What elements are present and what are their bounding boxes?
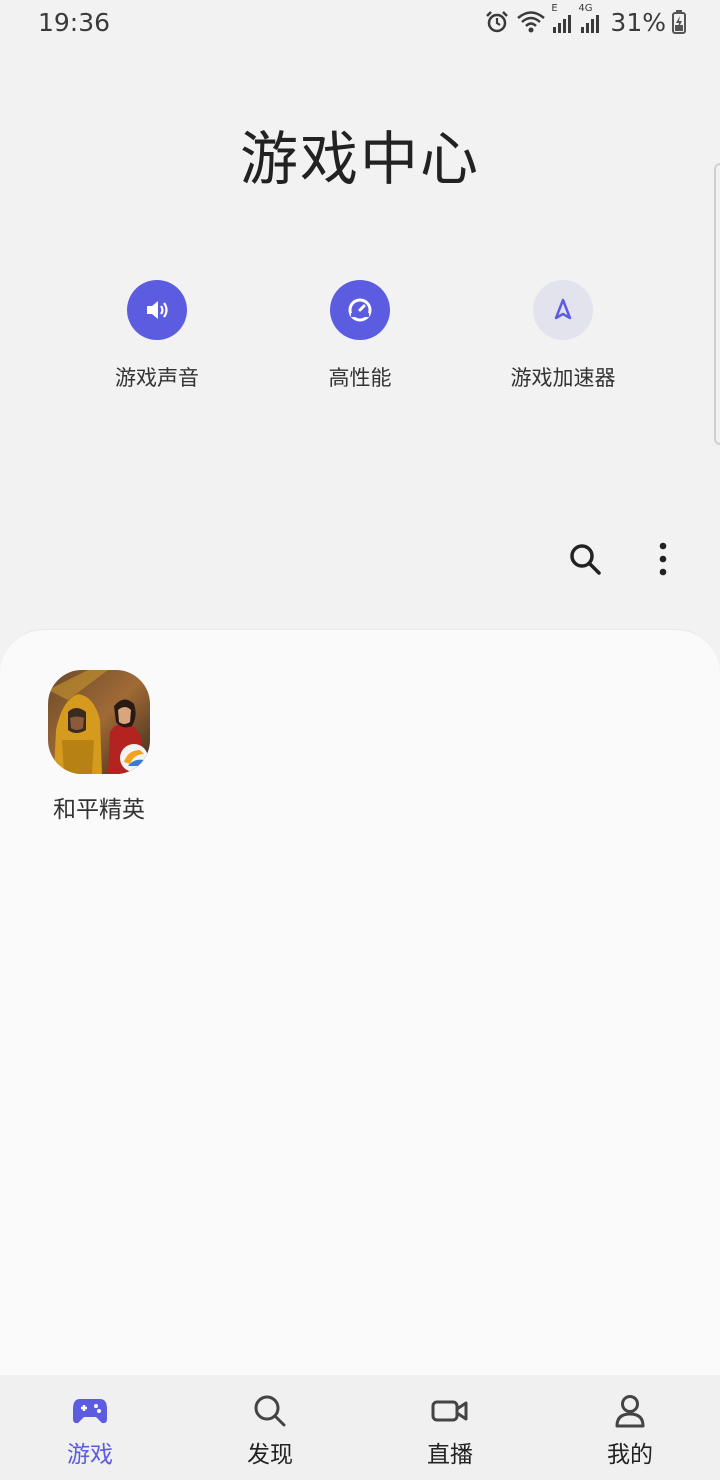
nav-label: 直播 <box>427 1442 473 1468</box>
edge-panel-handle[interactable] <box>714 163 720 445</box>
person-icon <box>610 1393 650 1429</box>
nav-label: 发现 <box>247 1442 293 1468</box>
nav-tab-discover[interactable]: 发现 <box>180 1375 360 1480</box>
quick-setting-label: 游戏声音 <box>115 366 199 390</box>
quick-setting-game-sound[interactable]: 游戏声音 <box>57 280 257 392</box>
gamepad-icon <box>70 1393 110 1429</box>
game-item[interactable]: 和平精英 <box>40 670 158 824</box>
quick-setting-high-performance[interactable]: 高性能 <box>260 280 460 392</box>
more-options-button[interactable] <box>644 540 682 578</box>
page-title: 游戏中心 <box>239 125 480 193</box>
quick-setting-label: 高性能 <box>328 366 392 390</box>
quick-setting-label: 游戏加速器 <box>510 366 616 390</box>
game-name: 和平精英 <box>53 797 145 823</box>
game-app-icon[interactable] <box>48 670 150 774</box>
network-type-label-2: 4G <box>578 3 593 14</box>
game-list-card: 和平精英 <box>0 629 720 1389</box>
cell-signal-icon-1: E <box>551 3 574 35</box>
search-icon <box>570 544 601 575</box>
search-button[interactable] <box>566 540 604 578</box>
nav-label: 我的 <box>607 1442 653 1468</box>
search-icon <box>250 1393 290 1429</box>
status-icons: E 4G 31% <box>484 3 686 37</box>
speaker-icon[interactable] <box>127 280 187 340</box>
nav-label: 游戏 <box>67 1442 113 1468</box>
alarm-icon <box>484 9 510 35</box>
bottom-navigation: 游戏 发现 直播 我的 <box>0 1375 720 1480</box>
performance-gauge-icon[interactable] <box>330 280 390 340</box>
nav-tab-me[interactable]: 我的 <box>540 1375 720 1480</box>
network-type-label-1: E <box>551 3 558 14</box>
cell-signal-icon-2: 4G <box>578 3 602 35</box>
status-bar: 19:36 E 4G 31% <box>0 0 720 44</box>
battery-percent: 31% <box>610 7 666 37</box>
nav-tab-games[interactable]: 游戏 <box>0 1375 180 1480</box>
rocket-icon[interactable] <box>533 280 593 340</box>
more-options-icon <box>659 542 667 576</box>
nav-tab-live[interactable]: 直播 <box>360 1375 540 1480</box>
status-time: 19:36 <box>38 8 111 37</box>
wifi-icon <box>516 9 546 35</box>
quick-setting-game-booster[interactable]: 游戏加速器 <box>463 280 663 392</box>
video-camera-icon <box>430 1393 470 1429</box>
battery-charging-icon <box>672 10 686 34</box>
